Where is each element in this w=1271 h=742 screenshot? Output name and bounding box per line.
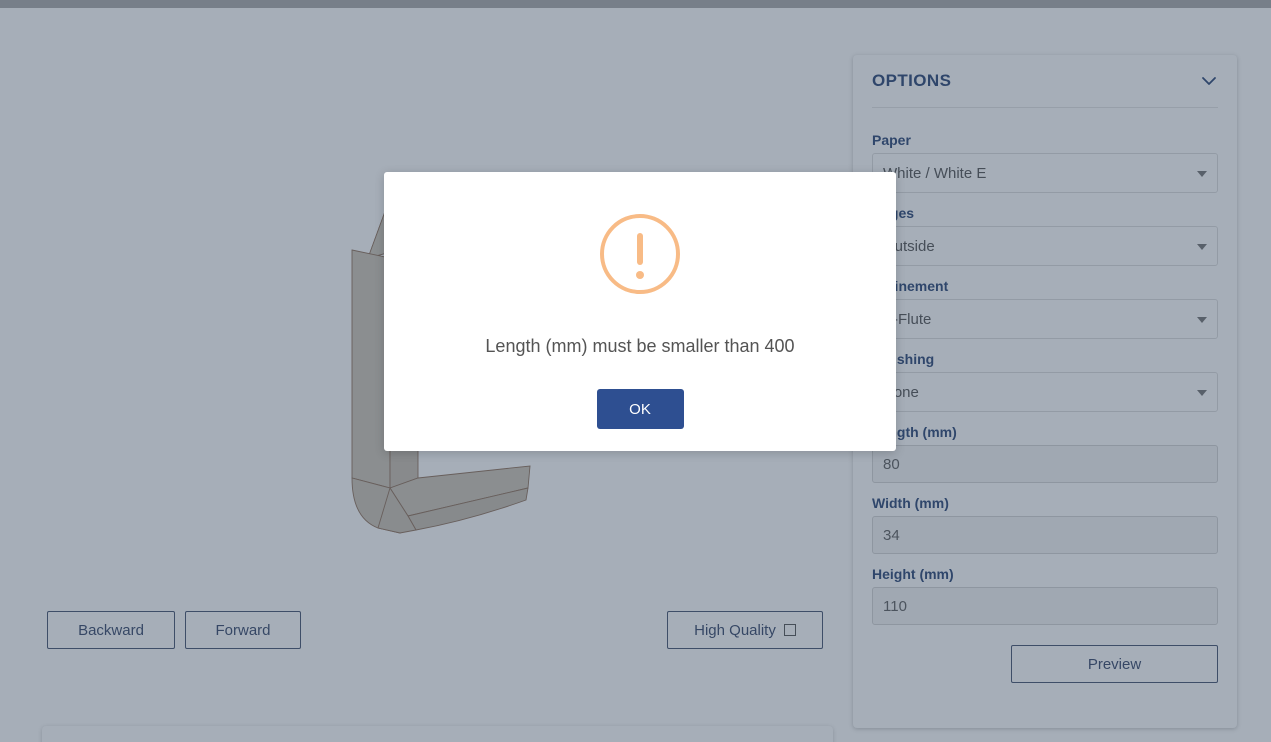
warning-bar [637,233,643,265]
ok-button[interactable]: OK [596,389,684,429]
alert-message: Length (mm) must be smaller than 400 [485,336,795,356]
warning-exclamation-icon [600,214,680,294]
warning-dot [636,271,644,279]
alert-modal: Length (mm) must be smaller than 400 OK [384,172,896,451]
app-root: Backward Forward High Quality OPTIONS Pa… [0,0,1271,742]
